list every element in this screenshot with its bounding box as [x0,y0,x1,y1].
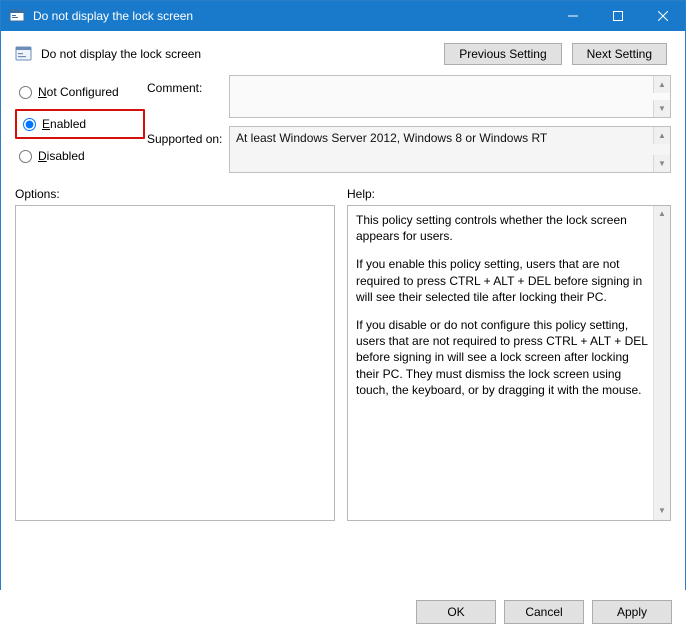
radio-not-configured-cfg: Configured [60,85,119,99]
upper-grid: Not Configured Enabled Disabled Comment:… [1,69,685,173]
state-radio-group: Not Configured Enabled Disabled [15,75,145,173]
supported-scroll: ▲ ▼ [653,127,670,172]
comment-scroll: ▲ ▼ [653,76,670,117]
lower-panes: This policy setting controls whether the… [1,205,685,521]
scroll-down-icon[interactable]: ▼ [653,155,670,172]
supported-on-field: At least Windows Server 2012, Windows 8 … [229,126,671,173]
supported-on-label: Supported on: [147,126,227,146]
scroll-up-icon[interactable]: ▲ [653,76,670,93]
radio-enabled-input[interactable] [23,118,36,131]
radio-enabled[interactable]: Enabled [19,113,141,135]
radio-not-configured-input[interactable] [19,86,32,99]
ok-button[interactable]: OK [416,600,496,624]
comment-label: Comment: [147,75,227,95]
help-label: Help: [347,187,671,201]
header-row: Do not display the lock screen Previous … [1,31,685,69]
help-p3: If you disable or do not configure this … [356,317,648,398]
radio-disabled[interactable]: Disabled [15,145,145,167]
close-button[interactable] [640,1,685,31]
next-setting-button[interactable]: Next Setting [572,43,667,65]
radio-not-configured[interactable]: Not Configured [15,81,145,103]
radio-disabled-label: Disabled [38,149,85,163]
previous-setting-button[interactable]: Previous Setting [444,43,561,65]
cancel-button[interactable]: Cancel [504,600,584,624]
app-icon [9,8,25,24]
title-bar: Do not display the lock screen [1,1,685,31]
policy-name: Do not display the lock screen [41,47,444,61]
window-title: Do not display the lock screen [33,9,550,23]
footer-buttons: OK Cancel Apply [0,590,686,636]
help-p2: If you enable this policy setting, users… [356,256,648,305]
options-label: Options: [15,187,335,201]
radio-not-configured-label-rest: ot [47,85,60,99]
options-pane [15,205,335,521]
scroll-down-icon[interactable]: ▼ [654,503,670,520]
supported-on-value: At least Windows Server 2012, Windows 8 … [236,131,547,145]
policy-icon [15,45,33,63]
help-p1: This policy setting controls whether the… [356,212,648,244]
radio-enabled-label: Enabled [42,117,86,131]
apply-button[interactable]: Apply [592,600,672,624]
help-pane: This policy setting controls whether the… [347,205,671,521]
comment-field[interactable]: ▲ ▼ [229,75,671,118]
pane-labels: Options: Help: [1,173,685,205]
scroll-down-icon[interactable]: ▼ [653,100,670,117]
window-controls [550,1,685,31]
maximize-button[interactable] [595,1,640,31]
setting-nav: Previous Setting Next Setting [444,43,667,65]
radio-disabled-input[interactable] [19,150,32,163]
help-scrollbar[interactable]: ▲ ▼ [653,206,670,520]
scroll-up-icon[interactable]: ▲ [653,127,670,144]
minimize-button[interactable] [550,1,595,31]
enabled-highlight: Enabled [15,109,145,139]
scroll-up-icon[interactable]: ▲ [654,206,670,223]
